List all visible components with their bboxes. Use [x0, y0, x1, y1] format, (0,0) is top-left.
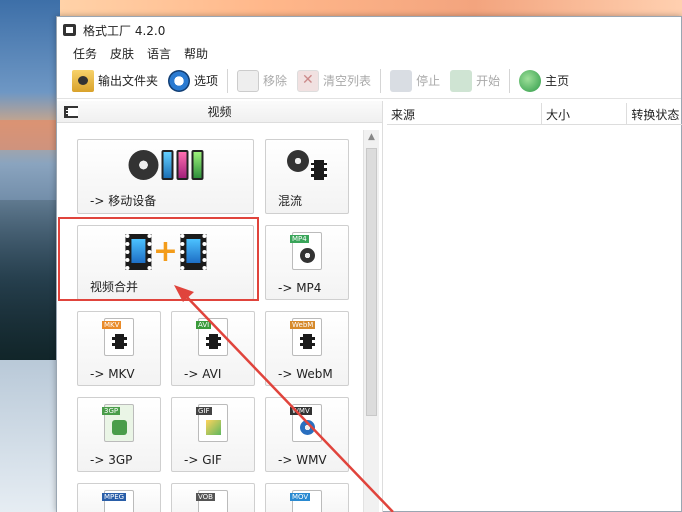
- tile-gif[interactable]: GIF -> GIF: [171, 397, 255, 472]
- clear-list-button[interactable]: 清空列表: [292, 67, 376, 95]
- remove-label: 移除: [263, 74, 288, 88]
- tile-wmv[interactable]: WMV -> WMV: [265, 397, 349, 472]
- mp4-file-icon: MP4: [290, 232, 322, 270]
- wmv-file-icon: WMV: [290, 404, 322, 442]
- tile-mpeg[interactable]: MPEG: [77, 483, 161, 512]
- mpeg-file-icon: MPEG: [102, 490, 134, 512]
- tile-mp4[interactable]: MP4 -> MP4: [265, 225, 349, 300]
- category-pane: 视频 -> 移动设备 混流 + 视频合并 MP4 -> MP4 MKV -> M…: [57, 101, 383, 512]
- gif-file-icon: GIF: [196, 404, 228, 442]
- clear-list-label: 清空列表: [323, 74, 372, 88]
- tile-label: -> MP4: [278, 281, 322, 295]
- scroll-thumb[interactable]: [366, 148, 377, 416]
- tile-label: -> MKV: [90, 367, 135, 381]
- file-list-header: 来源 大小 转换状态: [387, 103, 682, 125]
- tile-mov[interactable]: MOV: [265, 483, 349, 512]
- start-button[interactable]: 开始: [445, 67, 505, 95]
- tile-mobile-device[interactable]: -> 移动设备: [77, 139, 254, 214]
- tile-avi[interactable]: AVI -> AVI: [171, 311, 255, 386]
- menu-help[interactable]: 帮助: [184, 45, 208, 62]
- vob-file-icon: VOB: [196, 490, 228, 512]
- tile-label: -> 3GP: [90, 453, 133, 467]
- start-label: 开始: [476, 74, 501, 88]
- clear-list-icon: [297, 69, 320, 92]
- mobile-device-icon: [128, 150, 203, 180]
- home-button[interactable]: 主页: [514, 67, 574, 95]
- desktop-wallpaper-glow: [0, 120, 60, 150]
- options-icon: [168, 69, 191, 92]
- menu-bar: 任务 皮肤 语言 帮助: [57, 43, 681, 63]
- webm-file-icon: WebM: [290, 318, 322, 356]
- title-bar: 格式工厂 4.2.0: [57, 17, 681, 43]
- app-logo-icon: [63, 24, 76, 36]
- avi-file-icon: AVI: [196, 318, 228, 356]
- output-folder-label: 输出文件夹: [98, 74, 159, 88]
- scroll-up-arrow-icon[interactable]: ▲: [364, 132, 379, 146]
- tile-3gp[interactable]: 3GP -> 3GP: [77, 397, 161, 472]
- tile-label: 混流: [278, 194, 303, 208]
- tile-label: -> 移动设备: [90, 194, 157, 208]
- tile-scrollbar[interactable]: ▲: [363, 130, 379, 512]
- tile-label: -> GIF: [184, 453, 222, 467]
- desktop-wallpaper-strip: [60, 0, 682, 16]
- home-label: 主页: [545, 74, 570, 88]
- tile-label: -> WMV: [278, 453, 327, 467]
- toolbar-separator: [509, 68, 511, 93]
- 3gp-file-icon: 3GP: [102, 404, 134, 442]
- desktop-wallpaper-snow: [0, 360, 60, 512]
- tile-webm[interactable]: WebM -> WebM: [265, 311, 349, 386]
- window-title: 格式工厂 4.2.0: [83, 23, 166, 38]
- menu-skin[interactable]: 皮肤: [110, 45, 134, 62]
- tile-label: -> WebM: [278, 367, 333, 381]
- stop-label: 停止: [416, 74, 441, 88]
- category-header[interactable]: 视频: [57, 101, 382, 123]
- category-title: 视频: [207, 105, 232, 119]
- toolbar: 输出文件夹 选项 移除 清空列表 停止 开始 主页: [57, 63, 681, 99]
- stop-icon: [390, 69, 413, 92]
- mux-icon: [287, 150, 327, 180]
- options-label: 选项: [194, 74, 219, 88]
- toolbar-separator: [227, 68, 229, 93]
- mov-file-icon: MOV: [290, 490, 322, 512]
- tile-vob[interactable]: VOB: [171, 483, 255, 512]
- tile-mkv[interactable]: MKV -> MKV: [77, 311, 161, 386]
- column-status[interactable]: 转换状态: [627, 103, 682, 125]
- menu-language[interactable]: 语言: [147, 45, 171, 62]
- remove-button[interactable]: 移除: [232, 67, 292, 95]
- remove-icon: [237, 69, 260, 92]
- output-folder-button[interactable]: 输出文件夹: [67, 67, 163, 95]
- video-category-icon: [64, 106, 78, 118]
- column-source[interactable]: 来源: [387, 103, 542, 125]
- tile-mix-stream[interactable]: 混流: [265, 139, 349, 214]
- tile-label: -> AVI: [184, 367, 222, 381]
- toolbar-separator: [380, 68, 382, 93]
- highlight-box: [58, 217, 259, 301]
- options-button[interactable]: 选项: [163, 67, 223, 95]
- mkv-file-icon: MKV: [102, 318, 134, 356]
- start-icon: [450, 69, 473, 92]
- column-size[interactable]: 大小: [542, 103, 628, 125]
- menu-task[interactable]: 任务: [73, 45, 97, 62]
- home-globe-icon: [519, 69, 542, 92]
- folder-icon: [72, 69, 94, 92]
- stop-button[interactable]: 停止: [385, 67, 445, 95]
- desktop-wallpaper-trees: [0, 200, 60, 370]
